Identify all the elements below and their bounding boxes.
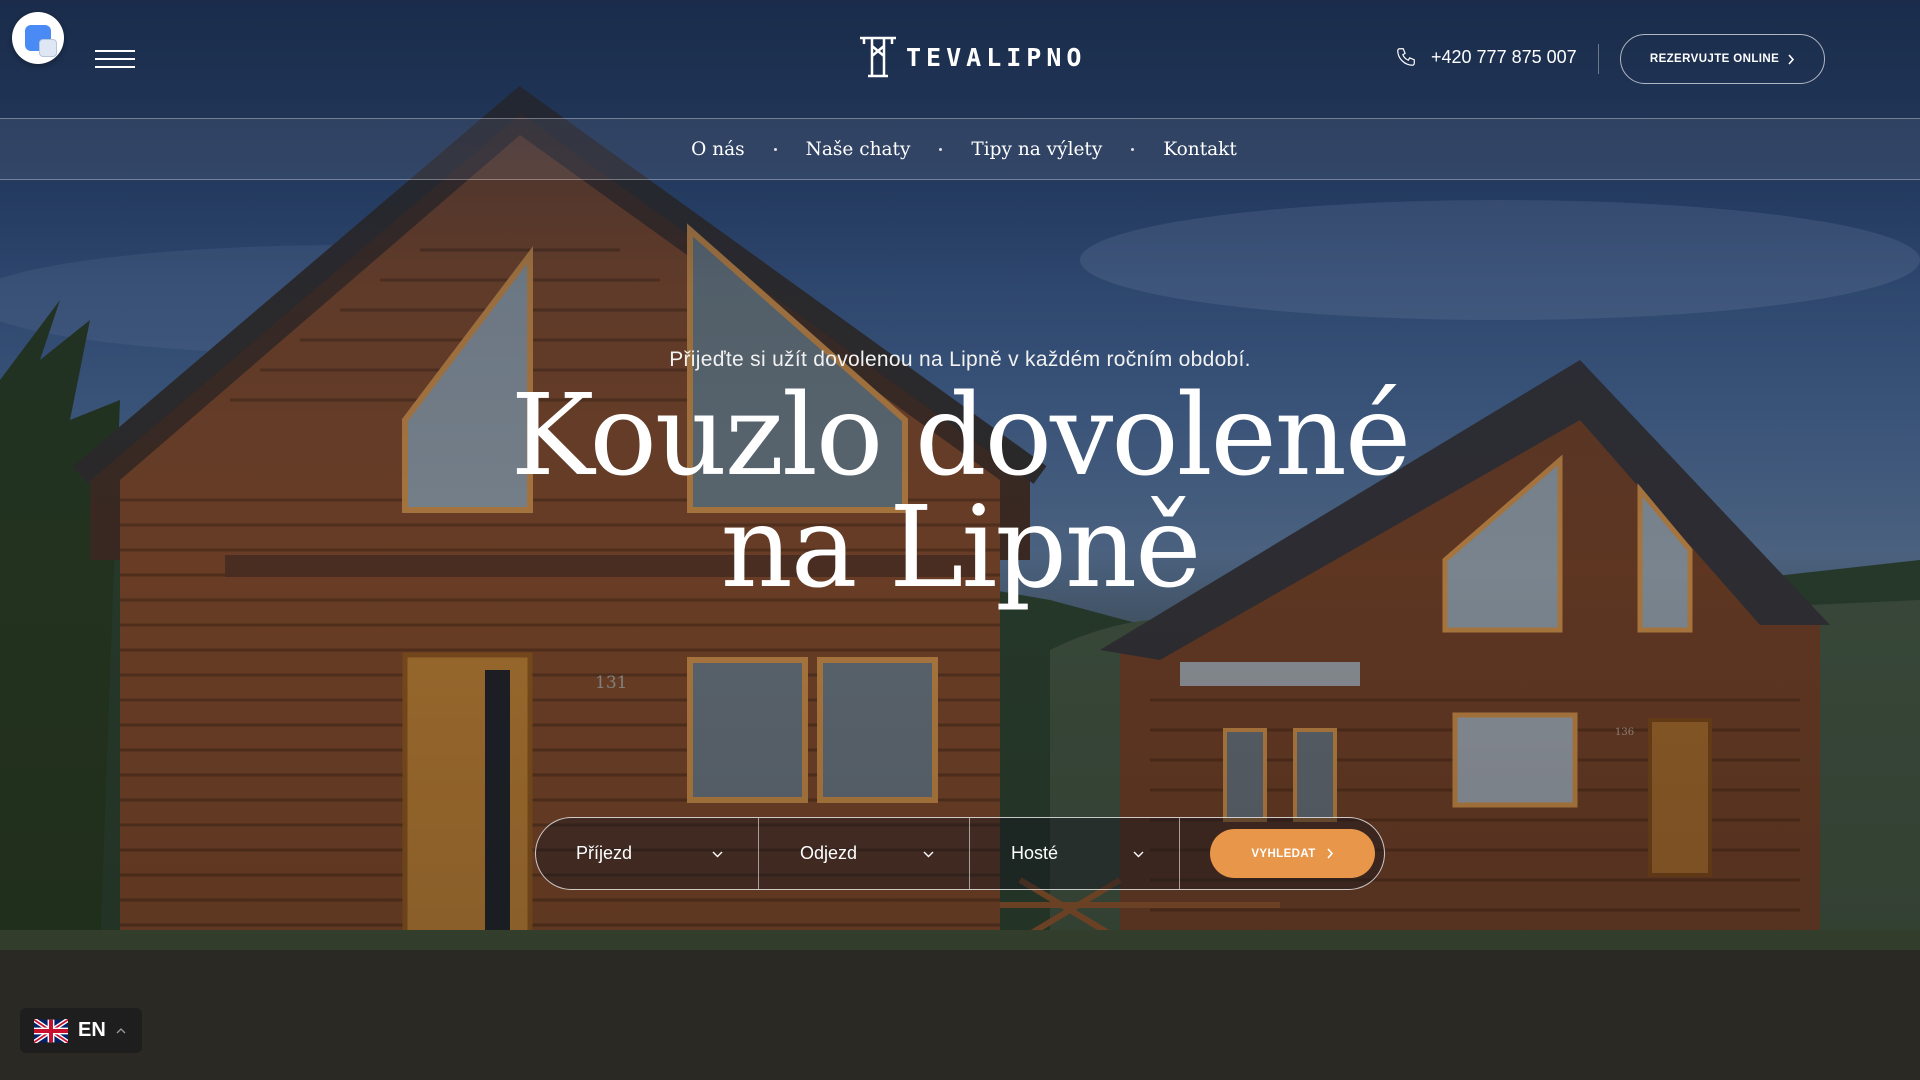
search-button-label: VYHLEDAT [1251, 847, 1316, 860]
chevron-down-icon [712, 851, 723, 858]
nav-separator [773, 147, 777, 151]
hero-subtitle: Přijeďte si užít dovolenou na Lipně v ka… [669, 348, 1251, 371]
google-translate-button[interactable] [12, 12, 64, 64]
nav-item-tipy-na-vylety[interactable]: Tipy na výlety [971, 139, 1102, 160]
chevron-right-icon [1788, 53, 1795, 65]
arrival-label: Příjezd [576, 843, 633, 863]
uk-flag-icon [34, 1018, 68, 1043]
nav-separator [939, 147, 943, 151]
reserve-online-label: REZERVUJTE ONLINE [1649, 53, 1780, 65]
hero-headline: Kouzlo dovolené na Lipně [0, 380, 1920, 604]
nav-item-o-nas[interactable]: O nás [691, 139, 745, 160]
phone-number: +420 777 875 007 [1431, 46, 1577, 67]
chevron-right-icon [1327, 848, 1333, 859]
chevron-down-icon [1133, 851, 1144, 858]
booking-search-bar: Příjezd Odjezd Hosté VYHLEDAT [535, 817, 1385, 890]
hero-headline-line-2: na Lipně [720, 483, 1202, 613]
header-divider [1598, 44, 1599, 74]
departure-select[interactable]: Odjezd [758, 818, 969, 889]
translate-icon [25, 25, 57, 57]
nav-item-nase-chaty[interactable]: Naše chaty [806, 139, 911, 160]
hero-headline-line-1: Kouzlo dovolené [510, 371, 1411, 501]
arrival-select[interactable]: Příjezd [536, 818, 758, 889]
guests-label: Hosté [1011, 843, 1059, 863]
language-switcher[interactable]: EN [20, 1008, 142, 1053]
chevron-down-icon [923, 851, 934, 858]
guests-select[interactable]: Hosté [969, 818, 1180, 889]
main-nav: O nás Naše chaty Tipy na výlety Kontakt [0, 118, 1920, 180]
chevron-up-icon [116, 1027, 126, 1033]
site-logo[interactable]: TEVALIPNO [858, 34, 1086, 80]
menu-button[interactable] [95, 50, 135, 70]
search-button[interactable]: VYHLEDAT [1210, 829, 1375, 878]
nav-item-kontakt[interactable]: Kontakt [1163, 139, 1237, 160]
nav-separator [1131, 147, 1135, 151]
phone-icon [1397, 48, 1415, 66]
phone-link[interactable]: +420 777 875 007 [1395, 46, 1577, 68]
language-code: EN [78, 1019, 106, 1041]
reserve-online-button[interactable]: REZERVUJTE ONLINE [1620, 34, 1825, 84]
logo-mark-icon [860, 36, 896, 78]
logo-text: TEVALIPNO [906, 42, 1087, 72]
departure-label: Odjezd [800, 843, 858, 863]
